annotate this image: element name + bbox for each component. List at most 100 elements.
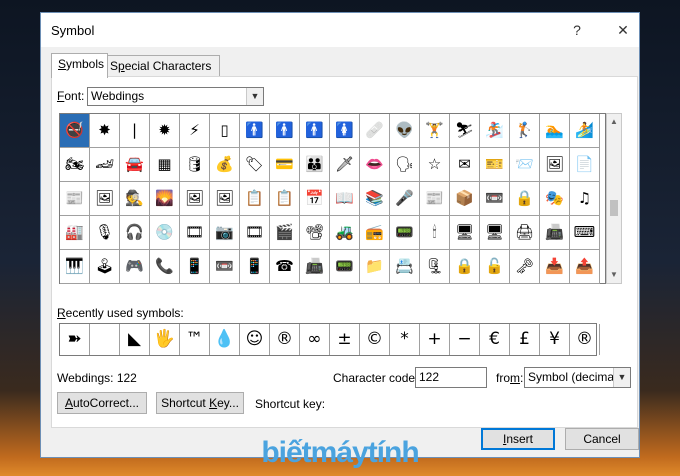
symbol-cell[interactable]: 📤 xyxy=(570,250,600,284)
symbol-cell[interactable]: 🎞 xyxy=(180,216,210,250)
recent-symbol-cell[interactable]: ™ xyxy=(180,324,210,355)
symbol-cell[interactable]: 📼 xyxy=(210,250,240,284)
recent-symbol-cell[interactable]: ® xyxy=(270,324,300,355)
symbol-cell[interactable]: 📰 xyxy=(60,182,90,216)
scroll-up-icon[interactable]: ▲ xyxy=(607,114,621,130)
scroll-down-icon[interactable]: ▼ xyxy=(607,267,621,283)
symbol-cell[interactable]: ▯ xyxy=(210,114,240,148)
symbol-cell[interactable]: 🎹 xyxy=(60,250,90,284)
symbol-cell[interactable]: 🎧 xyxy=(120,216,150,250)
recent-symbol-cell[interactable]: + xyxy=(420,324,450,355)
recent-symbol-cell[interactable]: ¥ xyxy=(540,324,570,355)
symbol-cell[interactable]: 🖼 xyxy=(540,148,570,182)
symbol-cell[interactable]: 💳 xyxy=(270,148,300,182)
symbol-cell[interactable]: 📰 xyxy=(420,182,450,216)
symbol-cell[interactable]: 🏊 xyxy=(540,114,570,148)
symbol-cell[interactable]: 🖼 xyxy=(180,182,210,216)
symbol-cell[interactable]: 🏍 xyxy=(60,148,90,182)
symbol-cell[interactable]: 📖 xyxy=(330,182,360,216)
symbol-cell[interactable]: 🎮 xyxy=(120,250,150,284)
symbol-cell[interactable]: 📱 xyxy=(240,250,270,284)
symbol-cell[interactable]: 📠 xyxy=(540,216,570,250)
tab-symbols[interactable]: Symbols xyxy=(51,53,108,78)
tab-special-characters[interactable]: Special Characters xyxy=(103,55,220,77)
symbol-cell[interactable]: 📼 xyxy=(480,182,510,216)
symbol-cell[interactable]: 📟 xyxy=(330,250,360,284)
symbol-cell[interactable]: ▦ xyxy=(150,148,180,182)
recent-symbol-cell[interactable]: 💧 xyxy=(210,324,240,355)
symbol-cell[interactable]: 📥 xyxy=(540,250,570,284)
symbol-cell[interactable]: 🔓 xyxy=(480,250,510,284)
symbol-cell[interactable]: 🎙 xyxy=(90,216,120,250)
symbol-grid-scrollbar[interactable]: ▲ ▼ xyxy=(606,113,622,284)
symbol-cell[interactable]: ⛷ xyxy=(450,114,480,148)
symbol-cell[interactable]: 📅 xyxy=(300,182,330,216)
symbol-cell[interactable]: 🚹 xyxy=(300,114,330,148)
symbol-cell[interactable]: 🎞 xyxy=(240,216,270,250)
symbol-cell[interactable]: 🎤 xyxy=(390,182,420,216)
symbol-cell[interactable]: 🏷 xyxy=(240,148,270,182)
symbol-cell[interactable]: 💿 xyxy=(150,216,180,250)
symbol-grid[interactable]: 🚭 ✸ | ✹ ⚡ ▯ 🚹 🚹 🚹 🚺 🩹 👽 🏋 ⛷ 🏂 🏌 🏊 🏄 🏍 🏎 🚘 ▦ 🛢 💰 🏷 💳 👪 🗡 👄 🗣 ☆ ✉ 🎫 📨 🖼 📄 📰 🖼 🕵 🌄… xyxy=(59,113,606,284)
symbol-cell[interactable]: 🗝 xyxy=(510,250,540,284)
symbol-cell[interactable]: 🏄 xyxy=(570,114,600,148)
symbol-cell[interactable]: 🕵 xyxy=(120,182,150,216)
symbol-cell[interactable]: 🏭 xyxy=(60,216,90,250)
recent-symbol-cell[interactable]: ☺ xyxy=(240,324,270,355)
symbol-cell[interactable]: 📱 xyxy=(180,250,210,284)
recent-symbol-cell[interactable]: £ xyxy=(510,324,540,355)
help-button[interactable]: ? xyxy=(567,20,587,40)
symbol-cell[interactable]: 🕹 xyxy=(90,250,120,284)
from-select[interactable]: Symbol (decimal) ▼ xyxy=(524,367,631,388)
symbol-cell[interactable]: 🖼 xyxy=(90,182,120,216)
symbol-cell[interactable]: 🔒 xyxy=(450,250,480,284)
chevron-down-icon[interactable]: ▼ xyxy=(613,368,630,387)
symbol-cell[interactable]: 🚜 xyxy=(330,216,360,250)
symbol-cell[interactable]: ☎ xyxy=(270,250,300,284)
symbol-cell[interactable]: 👪 xyxy=(300,148,330,182)
symbol-cell[interactable]: 🖼 xyxy=(210,182,240,216)
symbol-cell[interactable]: ⚡ xyxy=(180,114,210,148)
recent-symbol-cell[interactable]: ∞ xyxy=(300,324,330,355)
symbol-cell[interactable]: 📽 xyxy=(300,216,330,250)
symbol-cell[interactable]: 🎬 xyxy=(270,216,300,250)
symbol-cell[interactable]: 🌄 xyxy=(150,182,180,216)
symbol-cell[interactable]: ♫ xyxy=(570,182,600,216)
symbol-cell[interactable]: 📞 xyxy=(150,250,180,284)
shortcut-key-button[interactable]: Shortcut Key... xyxy=(156,392,244,414)
recent-symbol-cell[interactable]: ◣ xyxy=(120,324,150,355)
recent-symbol-cell[interactable]: * xyxy=(390,324,420,355)
recent-symbol-cell[interactable]: ➽ xyxy=(60,324,90,355)
symbol-cell[interactable]: 🖥 xyxy=(480,216,510,250)
recent-symbol-cell[interactable]: © xyxy=(360,324,390,355)
symbol-cell[interactable]: | xyxy=(120,114,150,148)
symbol-cell[interactable]: 🏎 xyxy=(90,148,120,182)
symbol-cell[interactable]: 🚭 xyxy=(60,114,90,148)
recently-used-symbols[interactable]: ➽ ◣ 🖐 ™ 💧 ☺ ® ∞ ± © * + − € £ ¥ ® xyxy=(59,323,600,356)
recent-symbol-cell[interactable]: ± xyxy=(330,324,360,355)
close-icon[interactable]: ✕ xyxy=(613,20,633,40)
symbol-cell[interactable]: 📷 xyxy=(210,216,240,250)
scroll-thumb[interactable] xyxy=(610,200,618,216)
symbol-cell[interactable]: 🕯 xyxy=(420,216,450,250)
symbol-cell[interactable]: 🏂 xyxy=(480,114,510,148)
symbol-cell[interactable]: 📦 xyxy=(450,182,480,216)
symbol-cell[interactable]: 🛢 xyxy=(180,148,210,182)
symbol-cell[interactable]: 📨 xyxy=(510,148,540,182)
font-select[interactable]: Webdings ▼ xyxy=(87,87,264,106)
symbol-cell[interactable]: 🗡 xyxy=(330,148,360,182)
chevron-down-icon[interactable]: ▼ xyxy=(246,88,263,105)
recent-symbol-cell[interactable]: ® xyxy=(570,324,600,355)
symbol-cell[interactable]: 🩹 xyxy=(360,114,390,148)
symbol-cell[interactable]: 🎭 xyxy=(540,182,570,216)
symbol-cell[interactable]: 📟 xyxy=(390,216,420,250)
recent-symbol-cell[interactable] xyxy=(90,324,120,355)
recent-symbol-cell[interactable]: € xyxy=(480,324,510,355)
symbol-cell[interactable]: ✸ xyxy=(90,114,120,148)
symbol-cell[interactable]: 🎫 xyxy=(480,148,510,182)
symbol-cell[interactable]: ⌨ xyxy=(570,216,600,250)
symbol-cell[interactable]: 🔒 xyxy=(510,182,540,216)
recent-symbol-cell[interactable]: 🖐 xyxy=(150,324,180,355)
symbol-cell[interactable]: 🗣 xyxy=(390,148,420,182)
character-code-input[interactable]: 122 xyxy=(415,367,487,388)
